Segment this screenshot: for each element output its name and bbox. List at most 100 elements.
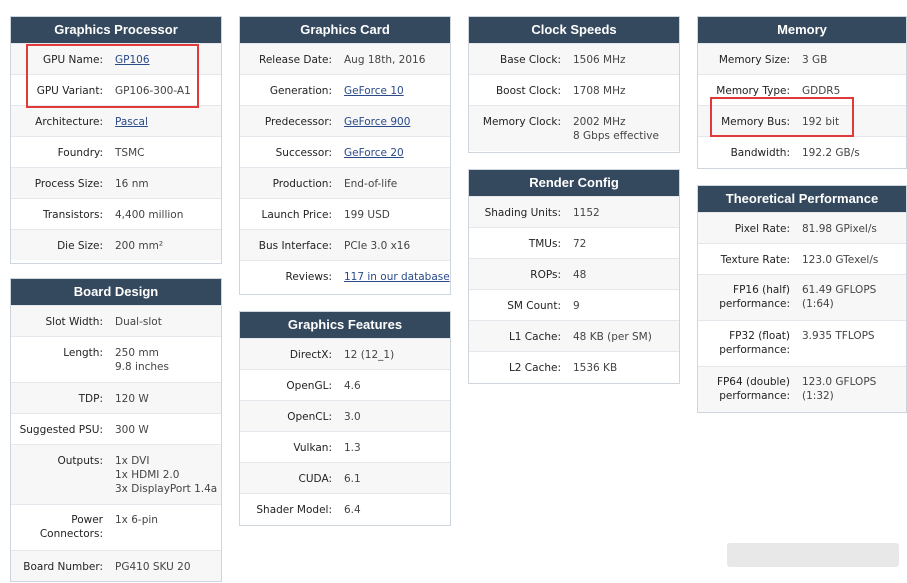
spec-row-memory-type: Memory Type: GDDR5 bbox=[698, 74, 906, 105]
spec-row-gpu-name: GPU Name: GP106 bbox=[11, 43, 221, 74]
spec-label: Architecture: bbox=[35, 116, 103, 128]
spec-label: Die Size: bbox=[57, 240, 103, 252]
spec-value: 250 mm 9.8 inches bbox=[115, 347, 169, 373]
spec-row-shader-model: Shader Model: 6.4 bbox=[240, 493, 450, 524]
theoretical-performance-title: Theoretical Performance bbox=[698, 186, 906, 212]
spec-value: 6.1 bbox=[344, 473, 361, 485]
spec-value: 6.4 bbox=[344, 504, 361, 516]
graphics-card-card: Graphics Card Release Date: Aug 18th, 201… bbox=[239, 16, 451, 295]
spec-row-successor: Successor: GeForce 20 bbox=[240, 136, 450, 167]
spec-row-release-date: Release Date: Aug 18th, 2016 bbox=[240, 43, 450, 74]
spec-row-fp16-half-performance: FP16 (half) performance: 61.49 GFLOPS (1:… bbox=[698, 274, 906, 320]
spec-label: Reviews: bbox=[285, 271, 332, 283]
spec-label: Pixel Rate: bbox=[734, 223, 790, 235]
spec-row-transistors: Transistors: 4,400 million bbox=[11, 198, 221, 229]
spec-row-reviews: Reviews: 117 in our database bbox=[240, 260, 450, 291]
spec-label: Memory Size: bbox=[718, 54, 790, 66]
spec-row-length: Length: 250 mm 9.8 inches bbox=[11, 336, 221, 382]
spec-value[interactable]: Pascal bbox=[115, 115, 148, 129]
spec-label: Release Date: bbox=[259, 54, 332, 66]
spec-label: Slot Width: bbox=[45, 316, 103, 328]
spec-link[interactable]: Pascal bbox=[115, 116, 148, 128]
spec-value: 1x DVI 1x HDMI 2.0 3x DisplayPort 1.4a bbox=[115, 455, 218, 495]
spec-label: FP64 (double) performance: bbox=[716, 376, 790, 402]
spec-value: 300 W bbox=[115, 424, 149, 436]
graphics-processor-card: Graphics Processor GPU Name: GP106 GPU Var… bbox=[10, 16, 222, 264]
spec-label: Transistors: bbox=[42, 209, 103, 221]
spec-row-architecture: Architecture: Pascal bbox=[11, 105, 221, 136]
clock-speeds-title: Clock Speeds bbox=[469, 17, 679, 43]
spec-label: OpenGL: bbox=[286, 380, 332, 392]
clock-speeds-card: Clock Speeds Base Clock: 1506 MHz Boost Cl… bbox=[468, 16, 680, 153]
spec-link[interactable]: 117 in our database bbox=[344, 271, 450, 283]
spec-row-memory-size: Memory Size: 3 GB bbox=[698, 43, 906, 74]
spec-value: Aug 18th, 2016 bbox=[344, 54, 426, 66]
spec-value: PCIe 3.0 x16 bbox=[344, 240, 411, 252]
spec-value[interactable]: GeForce 10 bbox=[344, 84, 404, 98]
spec-label: Texture Rate: bbox=[720, 254, 790, 266]
spec-value[interactable]: GeForce 900 bbox=[344, 115, 410, 129]
spec-label: Shader Model: bbox=[256, 504, 332, 516]
graphics-card-title: Graphics Card bbox=[240, 17, 450, 43]
spec-value: 61.49 GFLOPS (1:64) bbox=[802, 284, 877, 310]
spec-label: Length: bbox=[63, 347, 103, 359]
spec-value: TSMC bbox=[115, 147, 145, 159]
spec-value: 1.3 bbox=[344, 442, 361, 454]
spec-value: 3.0 bbox=[344, 411, 361, 423]
spec-row-texture-rate: Texture Rate: 123.0 GTexel/s bbox=[698, 243, 906, 274]
graphics-processor-title: Graphics Processor bbox=[11, 17, 221, 43]
spec-row-outputs: Outputs: 1x DVI 1x HDMI 2.0 3x DisplayPor… bbox=[11, 444, 221, 504]
spec-row-opengl: OpenGL: 4.6 bbox=[240, 369, 450, 400]
spec-label: L1 Cache: bbox=[508, 331, 561, 343]
spec-row-slot-width: Slot Width: Dual-slot bbox=[11, 305, 221, 336]
spec-label: CUDA: bbox=[298, 473, 332, 485]
spec-label: FP16 (half) performance: bbox=[719, 284, 790, 310]
spec-value: 81.98 GPixel/s bbox=[802, 223, 877, 235]
spec-row-vulkan: Vulkan: 1.3 bbox=[240, 431, 450, 462]
graphics-card-rows: Release Date: Aug 18th, 2016 Generation: Ge… bbox=[240, 43, 450, 291]
spec-link[interactable]: GP106 bbox=[115, 54, 150, 66]
spec-value: 48 KB (per SM) bbox=[573, 331, 652, 343]
spec-value: 2002 MHz 8 Gbps effective bbox=[573, 116, 659, 142]
spec-label: Shading Units: bbox=[484, 207, 561, 219]
spec-label: Production: bbox=[272, 178, 332, 190]
spec-value: 12 (12_1) bbox=[344, 349, 395, 361]
spec-value[interactable]: GP106 bbox=[115, 53, 150, 67]
spec-value[interactable]: GeForce 20 bbox=[344, 146, 404, 160]
spec-row-predecessor: Predecessor: GeForce 900 bbox=[240, 105, 450, 136]
spec-row-power-connectors: Power Connectors: 1x 6-pin bbox=[11, 504, 221, 550]
spec-value: 9 bbox=[573, 300, 580, 312]
spec-label: Foundry: bbox=[57, 147, 103, 159]
spec-label: Power Connectors: bbox=[39, 514, 103, 540]
spec-row-bandwidth: Bandwidth: 192.2 GB/s bbox=[698, 136, 906, 167]
spec-label: Memory Clock: bbox=[482, 116, 561, 128]
spec-value: 1x 6-pin bbox=[115, 514, 158, 526]
spec-row-tdp: TDP: 120 W bbox=[11, 382, 221, 413]
memory-card: Memory Memory Size: 3 GB Memory Type: GDDR5… bbox=[697, 16, 907, 169]
spec-label: Generation: bbox=[269, 85, 332, 97]
spec-label: GPU Name: bbox=[42, 54, 103, 66]
spec-label: Suggested PSU: bbox=[19, 424, 103, 436]
spec-value: 120 W bbox=[115, 393, 149, 405]
spec-label: TMUs: bbox=[528, 238, 561, 250]
spec-label: L2 Cache: bbox=[508, 362, 561, 374]
spec-link[interactable]: GeForce 10 bbox=[344, 85, 404, 97]
spec-value: 72 bbox=[573, 238, 587, 250]
theoretical-performance-rows: Pixel Rate: 81.98 GPixel/s Texture Rate: 12… bbox=[698, 212, 906, 412]
spec-link[interactable]: GeForce 900 bbox=[344, 116, 410, 128]
spec-row-fp32-float-performance: FP32 (float) performance: 3.935 TFLOPS bbox=[698, 320, 906, 366]
board-design-title: Board Design bbox=[11, 279, 221, 305]
spec-label: Vulkan: bbox=[293, 442, 332, 454]
spec-value[interactable]: 117 in our database bbox=[344, 270, 450, 284]
spec-label: FP32 (float) performance: bbox=[719, 330, 790, 356]
spec-row-generation: Generation: GeForce 10 bbox=[240, 74, 450, 105]
spec-link[interactable]: GeForce 20 bbox=[344, 147, 404, 159]
spec-value: 199 USD bbox=[344, 209, 390, 221]
spec-row-opencl: OpenCL: 3.0 bbox=[240, 400, 450, 431]
spec-value: 1506 MHz bbox=[573, 54, 626, 66]
spec-value: 4.6 bbox=[344, 380, 361, 392]
graphics-features-rows: DirectX: 12 (12_1) OpenGL: 4.6 OpenCL: 3.0 Vul… bbox=[240, 338, 450, 524]
spec-row-bus-interface: Bus Interface: PCIe 3.0 x16 bbox=[240, 229, 450, 260]
spec-label: Bandwidth: bbox=[730, 147, 790, 159]
spec-label: Outputs: bbox=[57, 455, 103, 467]
